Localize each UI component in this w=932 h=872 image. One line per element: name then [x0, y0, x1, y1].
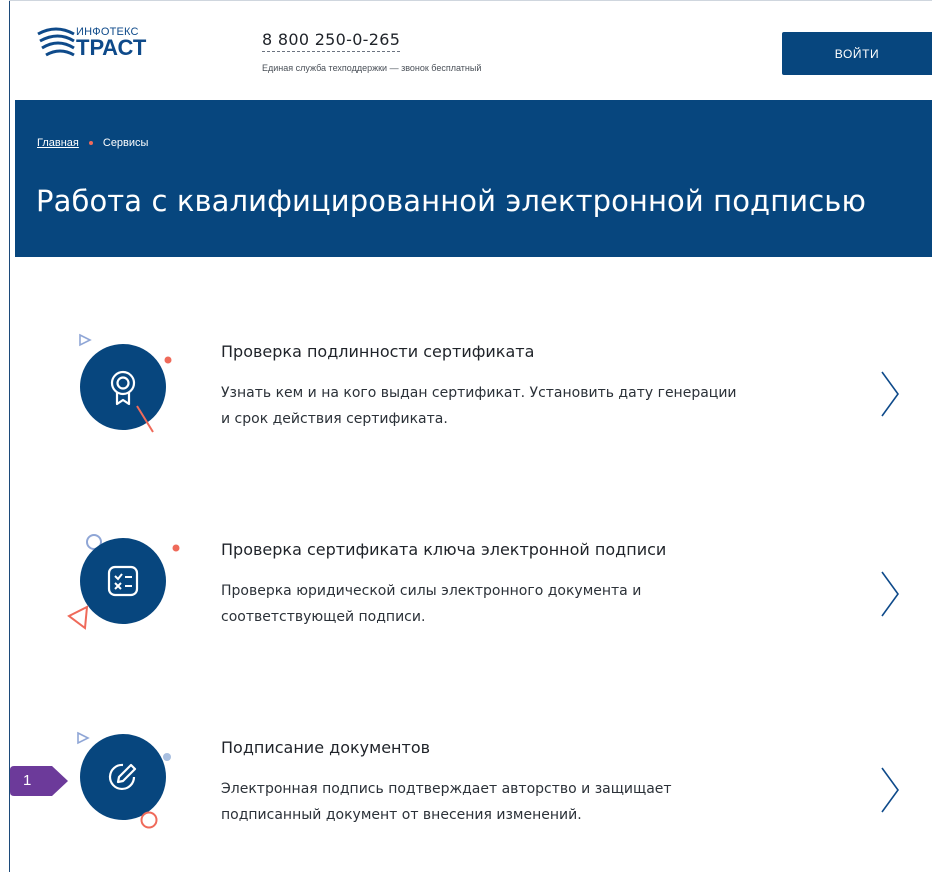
support-phone-link[interactable]: 8 800 250-0-265 [262, 30, 401, 52]
triangle-decor-icon [67, 605, 89, 630]
breadcrumb: Главная Сервисы [37, 137, 148, 149]
ring-decor-icon [140, 811, 158, 829]
service-description-line: подписанный документ от внесения изменен… [221, 807, 582, 823]
pen-sign-icon [80, 734, 166, 820]
service-title: Подписание документов [221, 738, 431, 757]
checklist-icon [80, 538, 166, 624]
service-description-line: Электронная подпись подтверждает авторст… [221, 781, 672, 797]
service-description: Электронная подпись подтверждает авторст… [221, 776, 821, 828]
triangle-decor-icon [79, 333, 92, 347]
triangle-decor-icon [77, 731, 90, 745]
service-item-certificate-authenticity[interactable]: Проверка подлинности сертификата Узнать … [15, 300, 932, 460]
service-description-line: Узнать кем и на кого выдан сертификат. У… [221, 385, 737, 401]
breadcrumb-separator-icon [88, 141, 93, 145]
service-description: Проверка юридической силы электронного д… [221, 578, 821, 630]
service-item-document-signing[interactable]: Подписание документов Электронная подпис… [15, 700, 932, 860]
page-banner [15, 100, 932, 257]
support-caption: Единая служба техподдержки — звонок бесп… [262, 63, 482, 73]
login-button[interactable]: ВОЙТИ [782, 32, 932, 75]
dot-decor-icon [172, 544, 180, 552]
logo-main-text: ТРАСТ [76, 35, 147, 60]
dot-decor-icon [163, 753, 171, 761]
service-description-line: Проверка юридической силы электронного д… [221, 583, 642, 599]
service-description-line: и срок действия сертификата. [221, 411, 448, 427]
step-callout-number: 1 [23, 772, 32, 789]
frame-left-border [9, 0, 10, 872]
breadcrumb-home-link[interactable]: Главная [37, 137, 79, 149]
page-title: Работа с квалифицированной электронной п… [36, 184, 866, 218]
line-decor-icon [136, 405, 154, 433]
frame-top-border [9, 0, 932, 1]
chevron-right-icon[interactable] [879, 570, 901, 618]
breadcrumb-current: Сервисы [102, 137, 149, 149]
service-description-line: соответствующей подписи. [221, 609, 426, 625]
chevron-right-icon[interactable] [879, 370, 901, 418]
service-item-key-certificate-check[interactable]: Проверка сертификата ключа электронной п… [15, 500, 932, 660]
service-title: Проверка сертификата ключа электронной п… [221, 540, 667, 559]
service-title: Проверка подлинности сертификата [221, 342, 535, 361]
dot-decor-icon [164, 356, 172, 364]
step-callout-badge-icon [10, 766, 68, 796]
chevron-right-icon[interactable] [879, 766, 901, 814]
service-description: Узнать кем и на кого выдан сертификат. У… [221, 380, 821, 432]
